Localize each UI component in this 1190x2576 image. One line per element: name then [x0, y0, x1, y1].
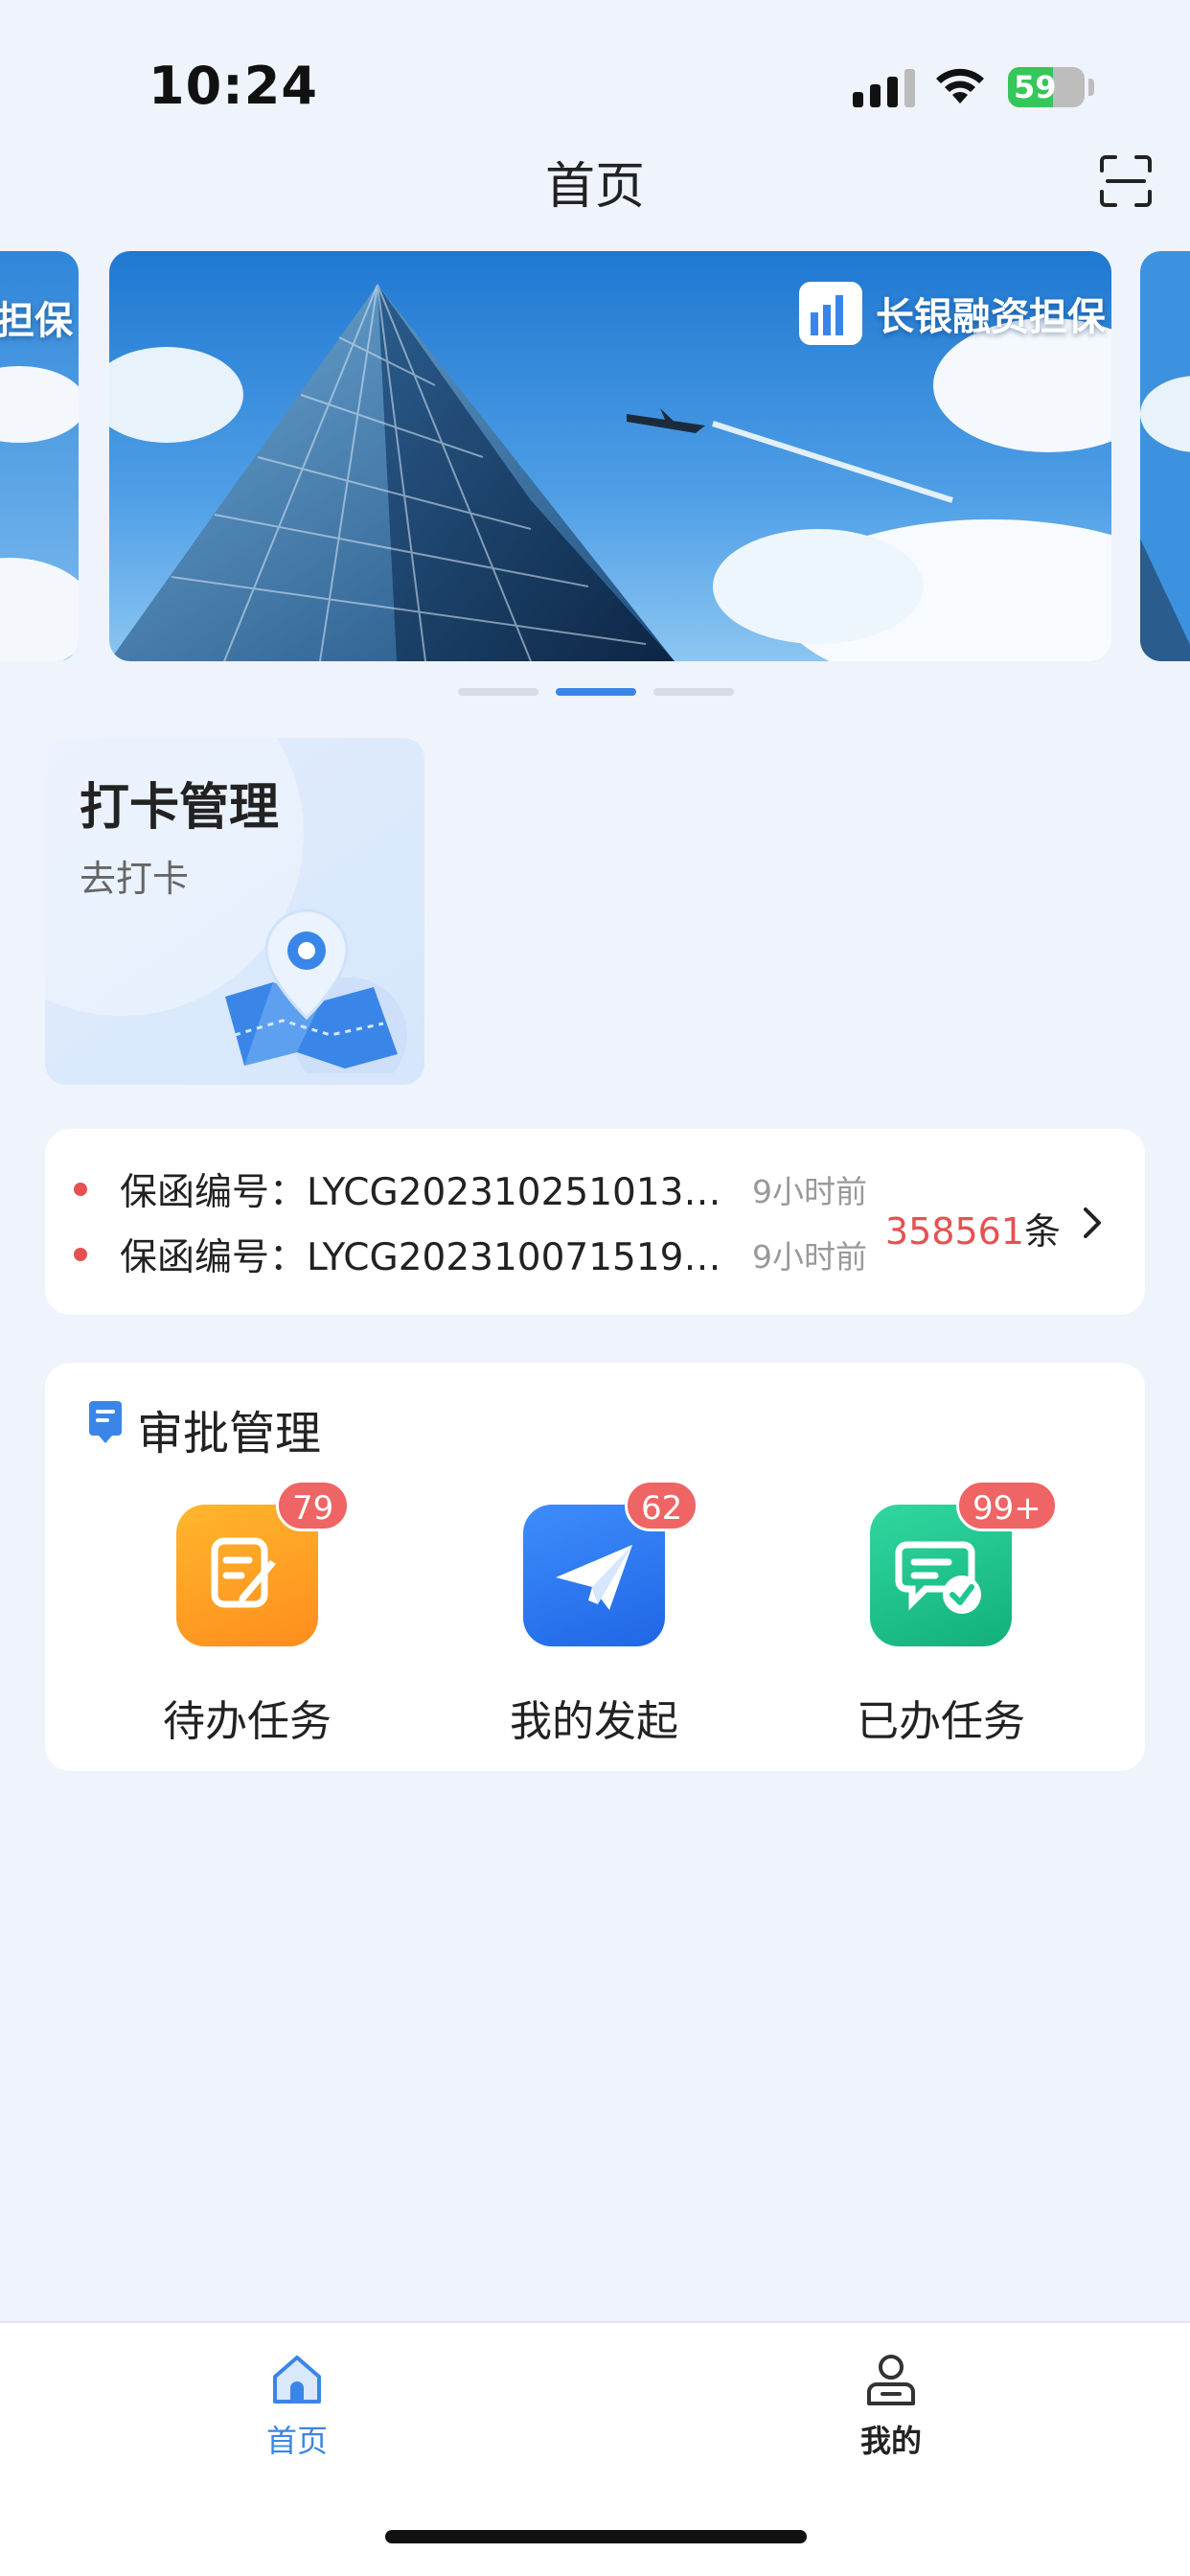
- notice-bullet: [74, 1183, 87, 1196]
- carousel-dot[interactable]: [653, 688, 734, 696]
- battery-icon: 59: [1008, 67, 1085, 107]
- page-title: 首页: [544, 158, 645, 216]
- chevron-right-icon[interactable]: [1080, 1202, 1107, 1244]
- user-icon: [867, 2355, 915, 2405]
- notice-count-unit: 条: [1023, 1210, 1061, 1253]
- notice-text: 保函编号：LYCG2023102510131…: [120, 1171, 733, 1214]
- document-icon: [89, 1401, 122, 1443]
- signal-icon: [853, 69, 915, 107]
- banner-slide[interactable]: 长银融资担保: [109, 251, 1111, 661]
- carousel-dot-active[interactable]: [556, 688, 636, 696]
- tab-mine[interactable]: 我的: [795, 2350, 987, 2484]
- notice-item[interactable]: 保函编号：LYCG202310071519… 9小时前: [74, 1230, 867, 1279]
- brand-name: 长银融资担保: [876, 295, 1106, 339]
- badge-count: 79: [276, 1480, 351, 1531]
- banner-next-slide[interactable]: [1140, 251, 1190, 661]
- battery-tip: [1088, 79, 1094, 96]
- home-icon: [273, 2356, 321, 2404]
- carousel-indicator: [458, 688, 734, 696]
- badge-count: 62: [625, 1480, 699, 1531]
- checkin-subtitle: 去打卡: [80, 858, 190, 900]
- banner-brand: 长银融资担保: [799, 282, 1106, 345]
- notice-card[interactable]: 保函编号：LYCG2023102510131… 9小时前 保函编号：LYCG20…: [45, 1129, 1145, 1315]
- approval-title: 审批管理: [137, 1407, 322, 1460]
- notice-bullet: [74, 1248, 87, 1261]
- banner-next-image: [1140, 251, 1190, 661]
- notice-text: 保函编号：LYCG202310071519…: [120, 1236, 721, 1279]
- notice-time: 9小时前: [752, 1238, 867, 1276]
- banner-prev-slide[interactable]: 担保: [0, 251, 79, 661]
- completed-tasks-button[interactable]: 99+ 已办任务: [797, 1480, 1085, 1754]
- badge-count: 99+: [956, 1480, 1058, 1531]
- approval-card: 审批管理 79 待办任务 62 我的发起 99+ 已办任务: [45, 1363, 1145, 1771]
- wifi-icon: [936, 68, 984, 104]
- my-initiated-button[interactable]: 62 我的发起: [450, 1480, 738, 1754]
- checkin-card[interactable]: 打卡管理 去打卡: [45, 738, 424, 1085]
- tile-label: 待办任务: [163, 1697, 332, 1746]
- status-bar: 10:24 59: [0, 0, 1190, 144]
- carousel-dot[interactable]: [458, 688, 538, 696]
- scan-icon[interactable]: [1098, 153, 1154, 209]
- bar-chart-icon: [799, 282, 862, 345]
- home-indicator: [385, 2530, 807, 2543]
- battery-percent: 59: [1014, 69, 1057, 105]
- notice-time: 9小时前: [752, 1173, 867, 1210]
- notice-count-number: 358561: [884, 1210, 1024, 1253]
- tab-label: 我的: [859, 2423, 922, 2459]
- banner-prev-label: 担保: [0, 299, 73, 343]
- tab-label: 首页: [265, 2423, 328, 2459]
- map-pin-icon: [225, 908, 407, 1073]
- notice-count[interactable]: 358561条: [885, 1202, 1061, 1254]
- status-time: 10:24: [149, 56, 318, 116]
- notice-item[interactable]: 保函编号：LYCG2023102510131… 9小时前: [74, 1165, 867, 1214]
- checkin-title: 打卡管理: [80, 779, 280, 837]
- tile-label: 我的发起: [510, 1697, 678, 1746]
- tab-home[interactable]: 首页: [201, 2350, 393, 2484]
- tile-label: 已办任务: [857, 1697, 1025, 1746]
- pending-tasks-button[interactable]: 79 待办任务: [103, 1480, 391, 1754]
